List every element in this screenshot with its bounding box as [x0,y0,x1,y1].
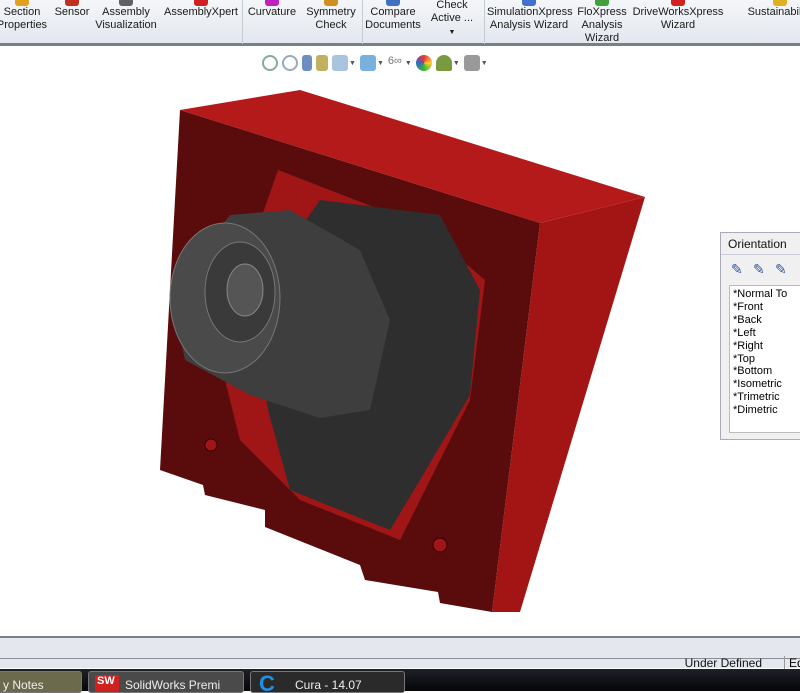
status-edit-mode: Edi [784,656,800,670]
taskbar-item-cura[interactable]: C Cura - 14.07 [250,671,405,693]
taskbar-item-solidworks[interactable]: SW SolidWorks Premi [88,671,244,693]
3d-model-viewport[interactable] [0,49,800,636]
divider [362,0,363,44]
check-active-button[interactable]: Check Active ... ▼ [426,0,478,39]
assemblyxpert-button[interactable]: AssemblyXpert [163,0,239,19]
dropdown-arrow-icon: ▼ [448,29,456,36]
view-front[interactable]: *Front [733,301,798,314]
divider [484,0,485,44]
taskbar: y Notes SW SolidWorks Premi C Cura - 14.07 [0,669,800,693]
new-view-icon[interactable]: ✎ [731,261,747,277]
mounting-hole [204,438,218,452]
camera-lens-center [226,263,264,317]
section-properties-button[interactable]: Section Properties [0,0,48,32]
view-bottom[interactable]: *Bottom [733,365,798,378]
command-manager-ribbon: Section Properties Sensor Assembly Visua… [0,0,800,46]
update-standard-views-icon[interactable]: ✎ [753,261,769,277]
status-bar: Under Defined Edi [0,636,800,670]
sensor-button[interactable]: Sensor [52,0,92,19]
assembly-visualization-button[interactable]: Assembly Visualization [95,0,157,32]
floxpress-button[interactable]: FloXpress Analysis Wizard [576,0,628,45]
solidworks-icon: SW [95,675,119,692]
reset-standard-views-icon[interactable]: ✎ [775,261,791,277]
simulationxpress-button[interactable]: SimulationXpress Analysis Wizard [487,0,573,32]
orientation-dialog: Orientation ✎ ✎ ✎ *Normal To *Front *Bac… [720,232,800,440]
driveworksxpress-button[interactable]: DriveWorksXpress Wizard [632,0,724,32]
cura-icon: C [259,671,275,693]
taskbar-item-notes[interactable]: y Notes [0,671,82,693]
compare-documents-button[interactable]: Compare Documents [364,0,422,32]
view-isometric[interactable]: *Isometric [733,378,798,391]
symmetry-check-button[interactable]: Symmetry Check [303,0,359,32]
status-under-defined: Under Defined [684,656,762,670]
view-left[interactable]: *Left [733,327,798,340]
mounting-hole [432,537,448,553]
view-back[interactable]: *Back [733,314,798,327]
view-right[interactable]: *Right [733,340,798,353]
orientation-title: Orientation [721,233,800,255]
curvature-button[interactable]: Curvature [246,0,298,19]
sustainability-button[interactable]: Sustainability [742,0,800,19]
view-dimetric[interactable]: *Dimetric [733,404,798,417]
view-trimetric[interactable]: *Trimetric [733,391,798,404]
view-top[interactable]: *Top [733,353,798,366]
view-normal-to[interactable]: *Normal To [733,288,798,301]
divider [242,0,243,44]
orientation-view-list: *Normal To *Front *Back *Left *Right *To… [729,285,800,433]
